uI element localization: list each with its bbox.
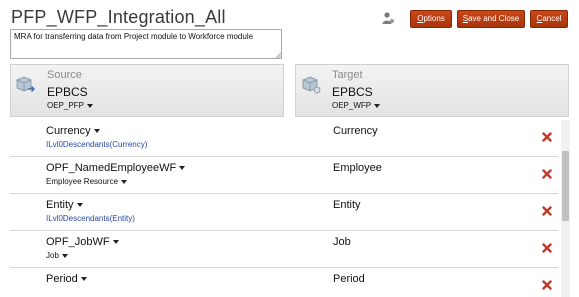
source-cube-icon [16, 76, 35, 92]
target-dimension: Job [333, 236, 351, 248]
source-member-link[interactable]: ILvl0Descendants(Currency) [46, 140, 147, 149]
target-panel: Target EPBCS OEP_WFP [295, 64, 569, 117]
source-label: Source [47, 69, 82, 81]
chevron-down-icon [112, 240, 119, 245]
table-row: Entity ILvl0Descendants(Entity) Entity [10, 194, 558, 231]
source-cube-select[interactable]: OEP_PFP [47, 101, 93, 110]
source-dimension-select[interactable]: Entity [46, 199, 83, 211]
options-button[interactable]: Options [410, 10, 452, 28]
chevron-down-icon [121, 179, 128, 184]
source-app-name: EPBCS [47, 85, 88, 99]
chevron-down-icon [61, 253, 68, 258]
page-title: PFP_WFP_Integration_All [11, 7, 226, 27]
target-cube-icon [302, 76, 321, 94]
target-dimension: Employee [333, 162, 382, 174]
target-label: Target [332, 69, 363, 81]
mapping-grid: Currency ILvl0Descendants(Currency) Curr… [10, 120, 558, 297]
resize-grip-icon[interactable] [276, 53, 281, 58]
target-dimension: Period [333, 273, 365, 285]
scrollbar-thumb[interactable] [562, 151, 569, 221]
table-row: Currency ILvl0Descendants(Currency) Curr… [10, 120, 558, 157]
target-dimension: Entity [333, 199, 361, 211]
source-member-select[interactable]: Job [46, 251, 68, 260]
save-and-close-button[interactable]: Save and Close [457, 10, 525, 28]
source-dimension-select[interactable]: Currency [46, 125, 100, 137]
delete-x-icon[interactable] [542, 243, 552, 253]
chevron-down-icon [179, 166, 186, 171]
source-dimension-select[interactable]: OPF_JobWF [46, 236, 119, 248]
target-cube-select[interactable]: OEP_WFP [332, 101, 381, 110]
source-member-link[interactable]: ILvl0Descendants(Entity) [46, 214, 135, 223]
chevron-down-icon [76, 203, 83, 208]
delete-x-icon[interactable] [542, 206, 552, 216]
target-app-name: EPBCS [332, 85, 373, 99]
source-dimension-select[interactable]: Period [46, 273, 87, 285]
table-row: OPF_JobWF Job Job [10, 231, 558, 268]
delete-x-icon[interactable] [542, 169, 552, 179]
table-row: OPF_NamedEmployeeWF Employee Resource Em… [10, 157, 558, 194]
chevron-down-icon [80, 277, 87, 282]
table-row: Period Period [10, 268, 558, 297]
vertical-scrollbar[interactable] [561, 120, 570, 297]
chevron-down-icon [374, 103, 381, 108]
source-member-select[interactable]: Employee Resource [46, 177, 128, 186]
delete-x-icon[interactable] [542, 280, 552, 290]
chevron-down-icon [86, 103, 93, 108]
cancel-button[interactable]: Cancel [530, 10, 568, 28]
chevron-down-icon [93, 129, 100, 134]
source-panel: Source EPBCS OEP_PFP [10, 64, 284, 117]
target-dimension: Currency [333, 125, 378, 137]
person-icon[interactable] [381, 11, 395, 25]
source-dimension-select[interactable]: OPF_NamedEmployeeWF [46, 162, 186, 174]
delete-x-icon[interactable] [542, 132, 552, 142]
description-field[interactable] [10, 29, 282, 59]
